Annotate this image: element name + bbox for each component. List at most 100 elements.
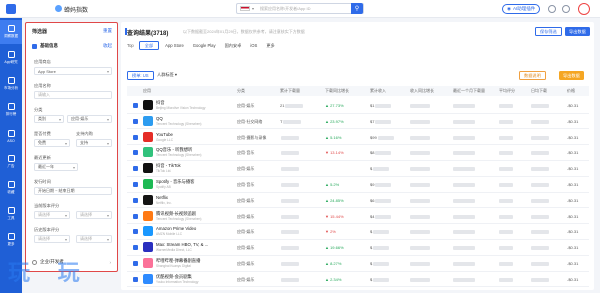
row-checkbox[interactable] — [133, 118, 138, 124]
downloads-cell: T — [280, 119, 302, 124]
field-label: 应用商店 — [34, 59, 51, 64]
growth-cell: ▲ 2.34% — [325, 277, 341, 282]
bell-icon[interactable] — [562, 5, 570, 13]
col-rating[interactable]: 平均评分 — [499, 88, 515, 94]
tab-android-cn[interactable]: 国内安卓 — [222, 43, 245, 49]
col-revenue[interactable]: 累计收入 — [370, 88, 386, 94]
data-note-button[interactable]: 数据说明 — [519, 71, 546, 80]
update-select[interactable]: 最近一年 ▾ — [34, 163, 78, 171]
table-row[interactable]: 哔哩哔哩-弹幕番剧直播 Shanghai Kuanyu Digital 应用·娱乐 ▲… — [127, 256, 589, 272]
global-search[interactable]: ▾ 搜索应用名称/开发者/App ID ⚲ — [236, 3, 364, 14]
category-select[interactable]: 应用·娱乐 ▾ — [67, 115, 112, 123]
nav-item-market[interactable]: 市场分析 — [0, 72, 22, 96]
nav-item-app[interactable]: App研究 — [0, 46, 22, 70]
section-basic-info[interactable]: 基础信息 — [32, 43, 58, 49]
rev-growth-cell — [410, 135, 430, 140]
row-checkbox[interactable] — [133, 229, 138, 235]
nav-item-favorites[interactable]: 收藏 — [0, 176, 22, 200]
nav-item-tools[interactable]: 工具 — [0, 202, 22, 226]
hist-rating-max-select[interactable]: 请选择 ▾ — [76, 235, 112, 243]
category-type-select[interactable]: 类别 ▾ — [34, 115, 64, 123]
row-checkbox[interactable] — [133, 197, 138, 203]
col-app[interactable]: 应用 — [143, 88, 151, 94]
app-name[interactable]: Amazon Prime Video — [156, 226, 196, 231]
row-checkbox[interactable] — [133, 261, 138, 266]
tab-all[interactable]: 全部 — [138, 41, 160, 50]
region-chip[interactable]: 榜单: US — [127, 71, 154, 80]
tab-app-store[interactable]: App Store — [162, 43, 187, 48]
row-checkbox[interactable] — [133, 182, 138, 187]
col-rev-growth[interactable]: 收入同比增长 — [410, 88, 434, 94]
hist-rating-min-select[interactable]: 请选择 ▾ — [34, 235, 70, 243]
chevron-down-icon: ▾ — [72, 165, 75, 170]
table-row[interactable]: Max: Stream HBO, TV, & ... WarnerMedia Di… — [127, 240, 589, 256]
rating-min-select[interactable]: 请选择 ▾ — [34, 211, 70, 219]
row-checkbox[interactable] — [133, 276, 138, 282]
nav-item-rank[interactable]: 排行榜 — [0, 98, 22, 122]
row-checkbox[interactable] — [133, 150, 138, 156]
store-select[interactable]: App Store ▾ — [34, 67, 112, 75]
row-checkbox[interactable] — [133, 134, 138, 140]
table-row[interactable]: Spotify - 音乐与播客 Spotify AB 应用·音乐 ▲ 5.2% $9 -$… — [127, 177, 589, 193]
revenue-value: $9 — [370, 182, 375, 187]
logo[interactable] — [6, 4, 16, 14]
chevron-right-icon[interactable]: › — [110, 260, 112, 265]
app-name[interactable]: QQ — [156, 116, 163, 121]
app-name[interactable]: Netflix — [156, 195, 168, 200]
release-date-range[interactable]: 开始日期 ~ 结束日期 — [34, 187, 112, 195]
table-row[interactable]: QQ音乐 - 听我想听 Tencent Technology (Shenzhen)… — [127, 145, 589, 161]
export-button[interactable]: 导出数据 — [565, 27, 590, 36]
app-name[interactable]: Max: Stream HBO, TV, & ... — [156, 242, 208, 247]
col-month-dl[interactable]: 最近一个月下载量 — [453, 88, 485, 94]
app-name-input[interactable]: 请输入 — [34, 91, 112, 99]
iap-select[interactable]: 支持 ▾ — [76, 139, 112, 147]
col-price[interactable]: 价格 — [567, 88, 575, 94]
daily-dl-cell — [531, 214, 549, 219]
row-checkbox[interactable] — [133, 103, 138, 108]
help-icon[interactable] — [548, 5, 556, 13]
nav-item-ads[interactable]: 广告 — [0, 150, 22, 174]
month-dl-cell — [453, 261, 475, 266]
nav-item-aso[interactable]: ASO — [0, 124, 22, 148]
tab-ios[interactable]: iOS — [247, 43, 260, 48]
avatar[interactable] — [578, 3, 590, 15]
row-checkbox[interactable] — [133, 166, 138, 172]
reset-button[interactable]: 重置 — [103, 28, 112, 34]
masked-value — [375, 198, 392, 203]
table-row[interactable]: 抖音 - TikTok TikTok Ltd. 应用·娱乐 $ -$0.31 — [127, 161, 589, 177]
search-input[interactable]: 搜索应用名称/开发者/App ID — [260, 6, 351, 12]
table-row[interactable]: QQ Tencent Technology (Shenzhen) 应用·社交网络 T ▲… — [127, 114, 589, 130]
table-row[interactable]: 腾讯视频-长视频追剧 Tencent Technology (Shenzhen) 应… — [127, 209, 589, 225]
chevron-down-icon[interactable]: ▾ — [252, 6, 254, 11]
save-filter-button[interactable]: 保存筛选 — [535, 27, 562, 36]
downloads-cell — [280, 277, 299, 282]
table-row[interactable]: YouTube Google LLC 应用·摄影与录像 ▲ 5.16% $99 -$0.3… — [127, 130, 589, 146]
export-data-button[interactable]: 导出数据 — [559, 71, 584, 80]
growth-cell: ▲ 19.66% — [325, 245, 344, 250]
table-row[interactable]: Netflix Netflix, Inc. 应用·娱乐 ▲ 24.85% $6 -$0.3… — [127, 193, 589, 209]
col-category[interactable]: 分类 — [237, 88, 245, 94]
search-button[interactable]: ⚲ — [351, 3, 363, 14]
app-name[interactable]: YouTube — [156, 132, 173, 137]
row-checkbox[interactable] — [133, 245, 138, 251]
ai-assistant-button[interactable]: ◉ AI助理插件 — [502, 4, 541, 14]
collapse-button[interactable]: 收起 — [103, 43, 112, 49]
masked-value — [281, 230, 299, 235]
tab-google-play[interactable]: Google Play — [190, 43, 219, 48]
country-flag-icon[interactable] — [240, 6, 250, 11]
col-dl-growth[interactable]: 下载同比增长 — [325, 88, 349, 94]
rating-max-select[interactable]: 请选择 ▾ — [76, 211, 112, 219]
row-checkbox[interactable] — [133, 213, 138, 219]
table-row[interactable]: 抖音 Beijing Microlive Vision Technology 应用·… — [127, 98, 589, 114]
tab-more[interactable]: 更多 — [263, 43, 277, 49]
masked-value — [499, 119, 513, 124]
col-daily-dl[interactable]: 日均下载 — [531, 88, 547, 94]
paid-select[interactable]: 免费 ▾ — [34, 139, 70, 147]
table-row[interactable]: Amazon Prime Video AMZN Mobile LLC 应用·娱乐 ▼ … — [127, 224, 589, 240]
nav-item-more[interactable]: 更多 — [0, 228, 22, 252]
developer-name: Google LLC — [156, 137, 174, 142]
table-row[interactable]: 优酷视频-会员剧集 Youku Information Technology 应用·… — [127, 272, 589, 288]
nav-item-insight[interactable]: 洞察数据 — [0, 20, 22, 44]
audience-select[interactable]: 人群标签 ▾ — [157, 72, 177, 78]
col-downloads[interactable]: 累计下载量 — [280, 88, 300, 94]
